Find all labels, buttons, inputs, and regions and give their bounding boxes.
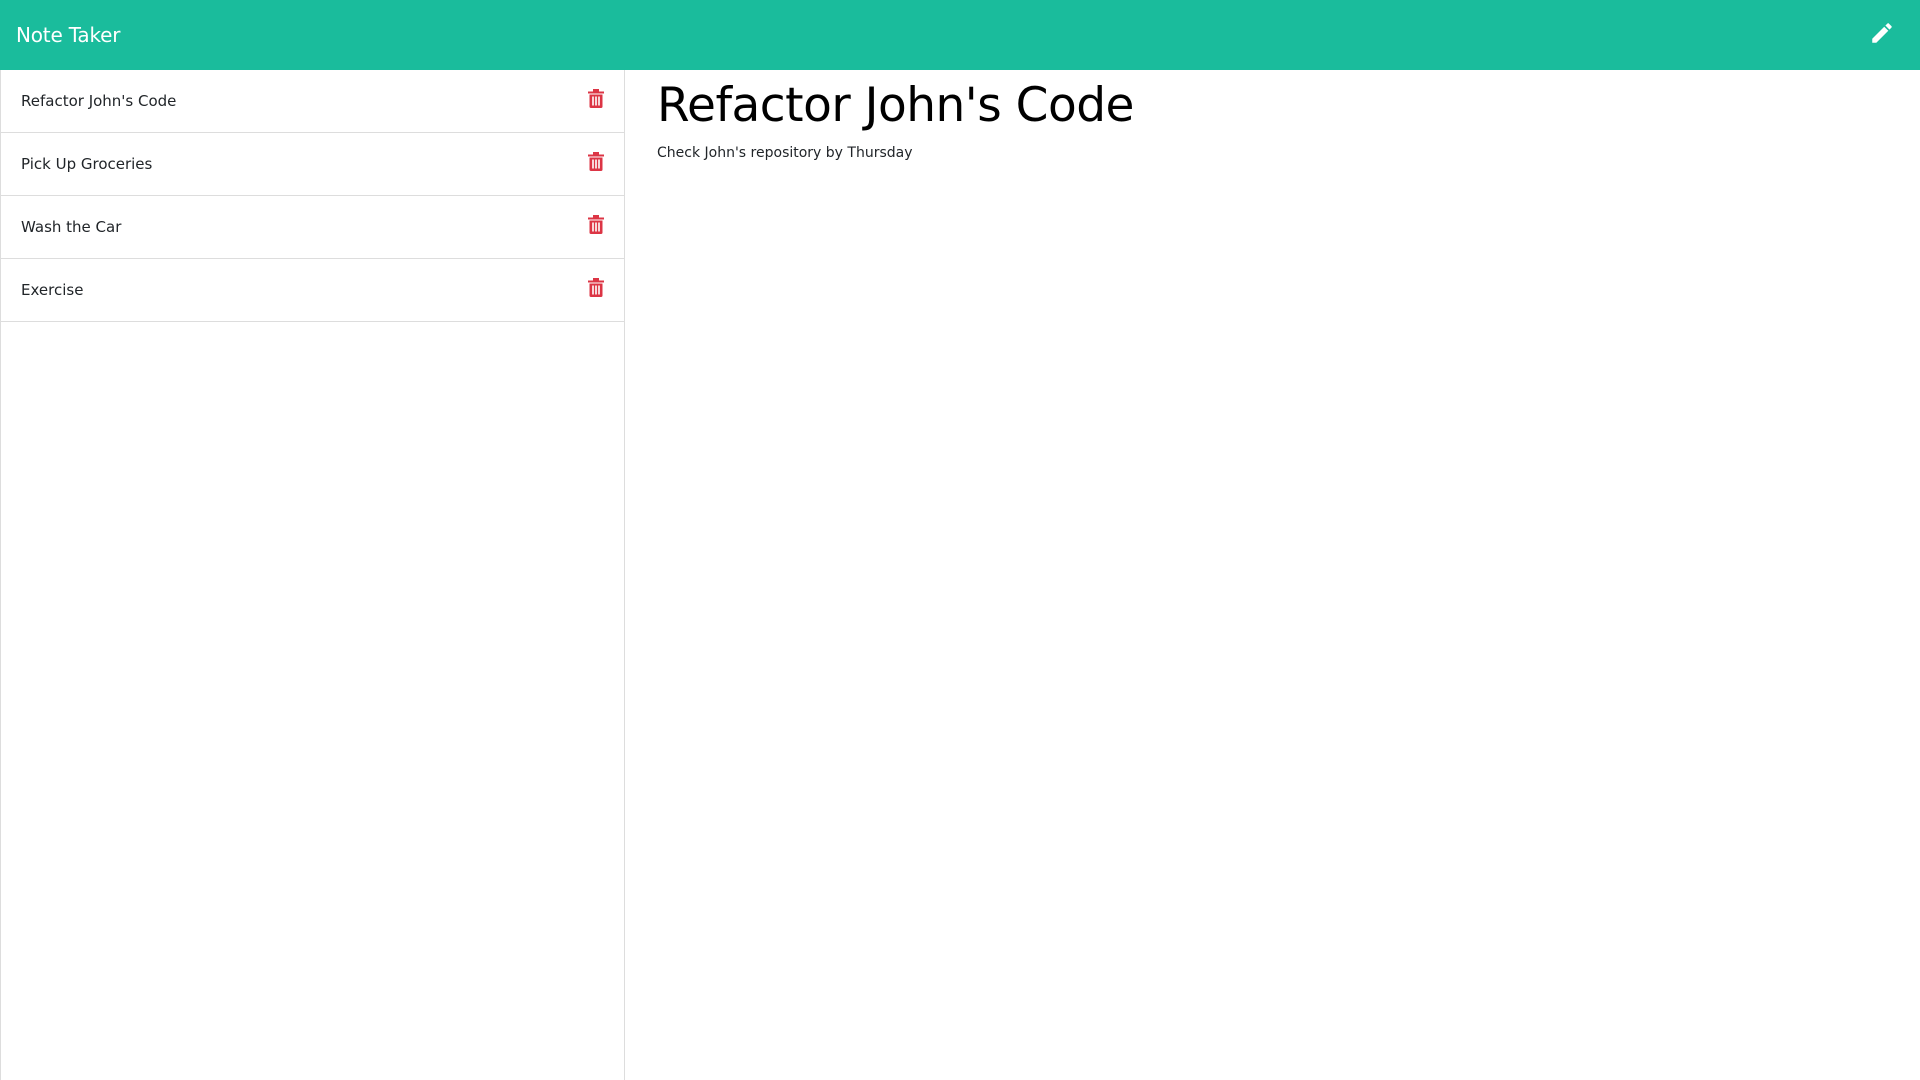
- note-text-field[interactable]: Check John's repository by Thursday: [657, 145, 1888, 161]
- trash-icon[interactable]: [587, 151, 605, 171]
- note-list: Refactor John's Code Pick Up Groceries W…: [1, 70, 624, 322]
- note-title: Exercise: [21, 281, 84, 299]
- note-editor: Refactor John's Code Check John's reposi…: [625, 70, 1920, 1080]
- note-title: Wash the Car: [21, 218, 122, 236]
- new-note-button[interactable]: [1862, 15, 1902, 55]
- trash-icon[interactable]: [587, 88, 605, 108]
- navbar: Note Taker: [0, 0, 1920, 70]
- app-title[interactable]: Note Taker: [16, 23, 120, 47]
- trash-icon[interactable]: [587, 277, 605, 297]
- list-item[interactable]: Refactor John's Code: [1, 70, 624, 133]
- pencil-icon: [1869, 20, 1895, 50]
- list-item[interactable]: Pick Up Groceries: [1, 133, 624, 196]
- note-title: Pick Up Groceries: [21, 155, 153, 173]
- trash-icon[interactable]: [587, 214, 605, 234]
- list-item[interactable]: Exercise: [1, 259, 624, 322]
- note-title: Refactor John's Code: [21, 92, 177, 110]
- note-title-field[interactable]: Refactor John's Code: [657, 78, 1888, 134]
- list-item[interactable]: Wash the Car: [1, 196, 624, 259]
- notes-sidebar: Refactor John's Code Pick Up Groceries W…: [0, 70, 625, 1080]
